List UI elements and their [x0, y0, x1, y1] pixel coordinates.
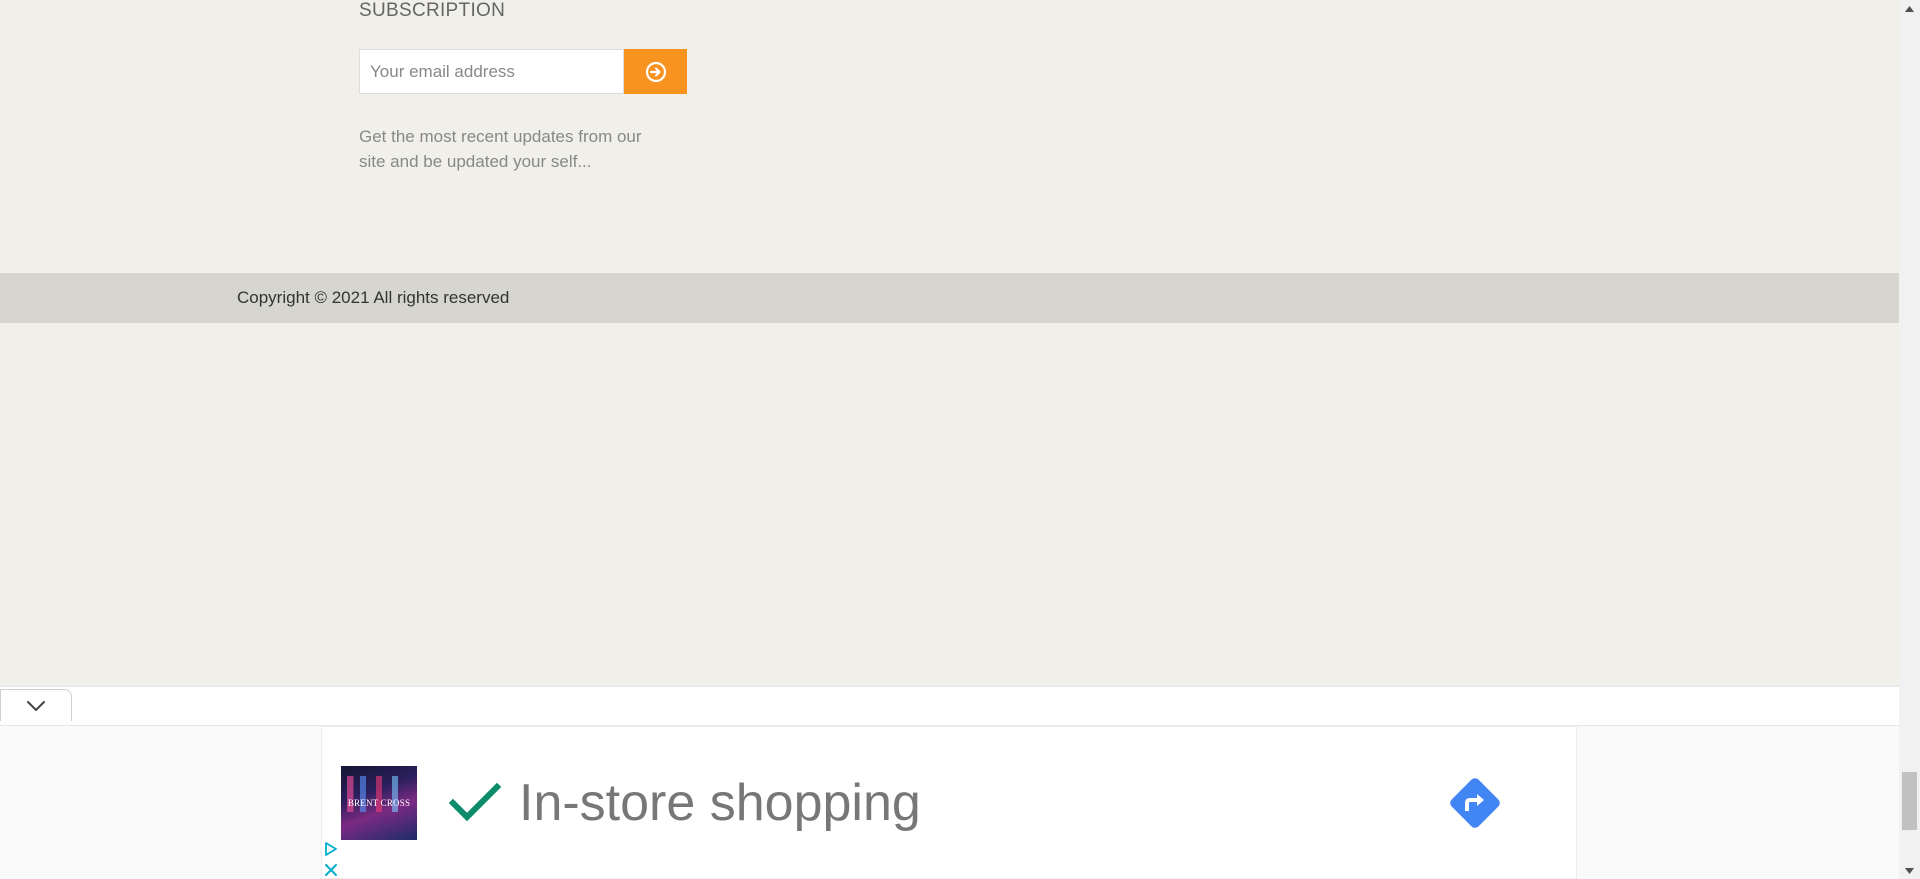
footer-content: SUBSCRIPTION Get the most recent updates…	[0, 0, 1899, 686]
subscription-heading: SUBSCRIPTION	[359, 0, 506, 21]
scrollbar[interactable]	[1899, 0, 1920, 879]
ad-area: BRENT CROSS In-store shopping	[0, 726, 1899, 879]
copyright-bar: Copyright © 2021 All rights reserved	[0, 273, 1899, 323]
scrollbar-thumb[interactable]	[1902, 772, 1917, 830]
adchoices-icon[interactable]	[323, 841, 339, 879]
arrow-down-icon	[1905, 867, 1914, 874]
copyright-text: Copyright © 2021 All rights reserved	[237, 288, 510, 307]
arrow-up-icon	[1905, 5, 1914, 12]
chevron-down-icon	[27, 700, 45, 711]
subscription-description: Get the most recent updates from our sit…	[359, 127, 642, 171]
ad-collapse-button[interactable]	[0, 689, 72, 721]
subscription-form	[359, 49, 687, 94]
subscribe-button[interactable]	[624, 49, 687, 94]
scroll-up-arrow[interactable]	[1899, 0, 1920, 17]
ad-headline[interactable]: In-store shopping	[519, 772, 921, 834]
page: SUBSCRIPTION Get the most recent updates…	[0, 0, 1920, 879]
ad-banner[interactable]: BRENT CROSS In-store shopping	[321, 726, 1577, 879]
checkmark-icon	[449, 782, 501, 822]
close-icon	[325, 864, 337, 876]
ad-thumbnail-label: BRENT CROSS	[347, 798, 411, 808]
scroll-down-arrow[interactable]	[1899, 862, 1920, 879]
email-input[interactable]	[359, 49, 624, 94]
directions-icon[interactable]	[1445, 773, 1505, 833]
ad-thumbnail[interactable]: BRENT CROSS	[341, 766, 417, 840]
ad-tab-strip	[0, 686, 1899, 726]
circle-arrow-right-icon	[645, 61, 666, 82]
